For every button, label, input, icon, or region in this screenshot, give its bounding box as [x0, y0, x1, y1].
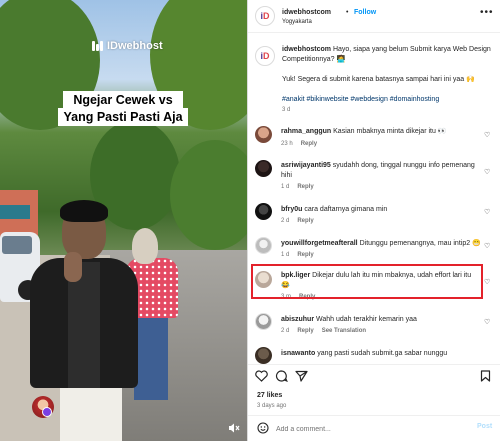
emoji-icon[interactable]: [257, 422, 269, 437]
comment-username[interactable]: abiszuhur: [281, 316, 314, 323]
heart-icon[interactable]: ♡: [484, 168, 490, 176]
man-legs: [60, 380, 122, 441]
heart-icon[interactable]: ♡: [484, 131, 490, 139]
post-date: 3 days ago: [257, 403, 287, 409]
action-bar: [248, 364, 500, 388]
comment-text: Wahh udah terakhir kemarin yaa: [316, 316, 417, 323]
comment-composer: Post: [248, 415, 500, 441]
follow-button[interactable]: Follow: [354, 9, 376, 16]
brand-logo-icon: [92, 41, 104, 51]
likes-count[interactable]: 27 likes: [257, 392, 282, 399]
share-icon[interactable]: [295, 370, 308, 385]
comment-text: cara daftarnya gimana min: [304, 206, 388, 213]
heart-icon[interactable]: ♡: [484, 208, 490, 216]
header-username[interactable]: idwebhostcom: [282, 9, 331, 16]
comment-username[interactable]: asriwijayanti95: [281, 162, 331, 169]
comment-meta: 23 h Reply: [281, 141, 317, 147]
comment-time: 2 d: [281, 218, 290, 224]
man-hand: [64, 252, 82, 282]
comment-text: yang pasti sudah submit.ga sabar nunggu: [317, 350, 448, 357]
mute-icon[interactable]: [228, 422, 241, 435]
comment-icon[interactable]: [275, 370, 288, 385]
reply-button[interactable]: Reply: [297, 218, 313, 224]
caption-line-2: Yuk! Segera di submit karena batasnya sa…: [282, 76, 475, 83]
comment-username[interactable]: rahma_anggun: [281, 128, 331, 135]
account-avatar[interactable]: iD: [255, 6, 275, 26]
comment-avatar[interactable]: [255, 347, 272, 364]
comment-avatar[interactable]: [255, 313, 272, 330]
caption-line-1: Ngejar Cewek vs: [63, 91, 183, 109]
caption-avatar[interactable]: iD: [255, 46, 275, 66]
comment-input[interactable]: [276, 423, 466, 435]
comment-username[interactable]: bfry0u: [281, 206, 302, 213]
comment-avatar[interactable]: [255, 160, 272, 177]
woman-legs: [134, 316, 168, 400]
comment-meta: 1 d Reply: [281, 252, 314, 258]
reel-video[interactable]: IDwebhost Ngejar Cewek vs Yang Pasti Pas…: [0, 0, 247, 441]
comment-body: isnawanto yang pasti sudah submit.ga sab…: [281, 349, 481, 359]
caption-time: 3 d: [282, 107, 291, 113]
caption-hashtags[interactable]: #anakit #bikinwebsite #webdesign #domain…: [282, 95, 492, 105]
woman-head: [132, 228, 158, 264]
caption-username[interactable]: idwebhostcom: [282, 46, 331, 53]
comment-body: abiszuhur Wahh udah terakhir kemarin yaa: [281, 315, 481, 325]
comment-body: youwillforgetmeafterall Ditunggu pemenan…: [281, 239, 481, 249]
see-translation-button[interactable]: See Translation: [322, 328, 366, 334]
comment-meta: 1 d Reply: [281, 184, 314, 190]
heart-icon[interactable]: ♡: [484, 318, 490, 326]
comment-username[interactable]: youwillforgetmeafterall: [281, 240, 358, 247]
sticker-badge-icon: [42, 407, 52, 417]
comment-time: 1 d: [281, 184, 290, 190]
like-icon[interactable]: [255, 370, 268, 385]
comment-time: 2 d: [281, 328, 290, 334]
man-hair: [60, 200, 108, 222]
comment-avatar[interactable]: [255, 203, 272, 220]
comment-body: asriwijayanti95 syudahh dong, tinggal nu…: [281, 161, 481, 181]
reply-button[interactable]: Reply: [297, 184, 313, 190]
brand-watermark: IDwebhost: [92, 40, 163, 52]
instagram-post-modal: IDwebhost Ngejar Cewek vs Yang Pasti Pas…: [0, 0, 500, 441]
comment-body: rahma_anggun Kasian mbaknya minta dikeja…: [281, 127, 481, 137]
heart-icon[interactable]: ♡: [484, 278, 490, 286]
comment-time: 23 h: [281, 141, 293, 147]
post-comment-button[interactable]: Post: [477, 423, 492, 430]
comment-time: 1 d: [281, 252, 290, 258]
post-caption: idwebhostcom Hayo, siapa yang belum Subm…: [282, 45, 492, 65]
shop-sign: [0, 205, 30, 219]
reply-button[interactable]: Reply: [297, 252, 313, 258]
comment-meta: 2 d Reply See Translation: [281, 328, 366, 334]
comment-meta: 2 d Reply: [281, 218, 314, 224]
brand-name: IDwebhost: [107, 40, 163, 52]
reply-button[interactable]: Reply: [301, 141, 317, 147]
tree-foliage: [170, 140, 247, 250]
comment-username[interactable]: isnawanto: [281, 350, 315, 357]
comment-avatar[interactable]: [255, 126, 272, 143]
reply-button[interactable]: Reply: [297, 328, 313, 334]
car-window: [2, 236, 32, 254]
post-details-panel: iD idwebhostcom • Follow Yogyakarta ••• …: [247, 0, 500, 441]
highlight-box: [251, 264, 483, 299]
caption-line-2: Yang Pasti Pasti Aja: [58, 108, 188, 126]
bookmark-icon[interactable]: [480, 370, 491, 385]
header-separator: •: [346, 9, 349, 16]
comment-text: Kasian mbaknya minta dikejar itu 👀: [333, 128, 447, 135]
location-link[interactable]: Yogyakarta: [282, 19, 312, 25]
more-horizontal-icon[interactable]: •••: [480, 7, 494, 18]
post-header: iD idwebhostcom • Follow Yogyakarta •••: [248, 0, 500, 33]
heart-icon[interactable]: ♡: [484, 242, 490, 250]
comment-avatar[interactable]: [255, 237, 272, 254]
comment-text: Ditunggu pemenangnya, mau intip2 😁: [359, 240, 481, 247]
comment-body: bfry0u cara daftarnya gimana min: [281, 205, 481, 215]
